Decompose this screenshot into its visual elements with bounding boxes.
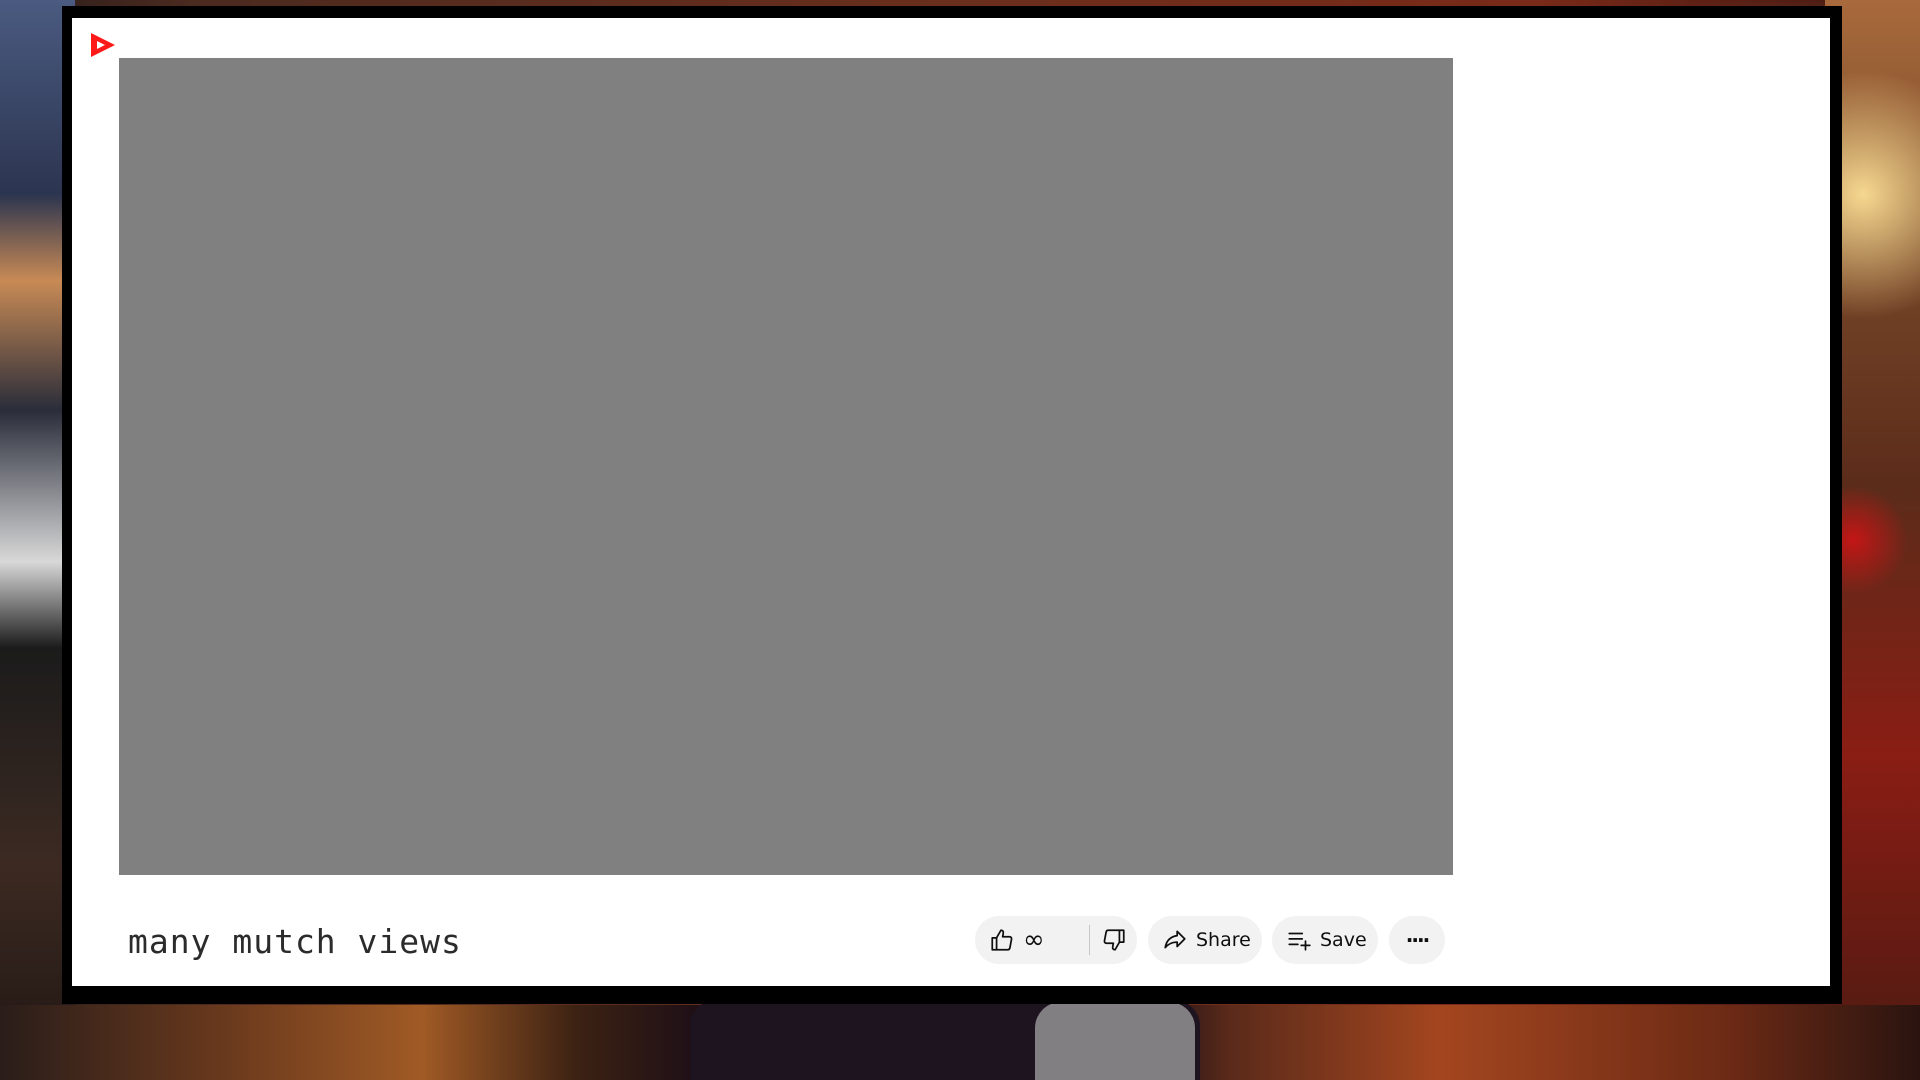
like-button[interactable]: ∞ — [975, 916, 1089, 964]
video-player[interactable] — [119, 58, 1453, 875]
thumbs-up-icon — [989, 927, 1015, 953]
like-count: ∞ — [1023, 925, 1045, 955]
more-actions-button[interactable]: ···· — [1389, 916, 1445, 964]
logo-icon[interactable] — [88, 30, 118, 60]
save-button[interactable]: Save — [1272, 916, 1378, 964]
background-silhouette-highlight — [1035, 1002, 1195, 1080]
save-label: Save — [1320, 929, 1367, 951]
like-dislike-group: ∞ — [975, 916, 1137, 964]
share-button[interactable]: Share — [1148, 916, 1262, 964]
dislike-button[interactable] — [1090, 916, 1137, 964]
save-playlist-icon — [1286, 927, 1312, 953]
share-label: Share — [1196, 929, 1251, 951]
thumbs-down-icon — [1101, 927, 1127, 953]
share-icon — [1162, 927, 1188, 953]
more-icon: ···· — [1405, 928, 1430, 952]
video-title: many mutch views — [128, 922, 462, 961]
